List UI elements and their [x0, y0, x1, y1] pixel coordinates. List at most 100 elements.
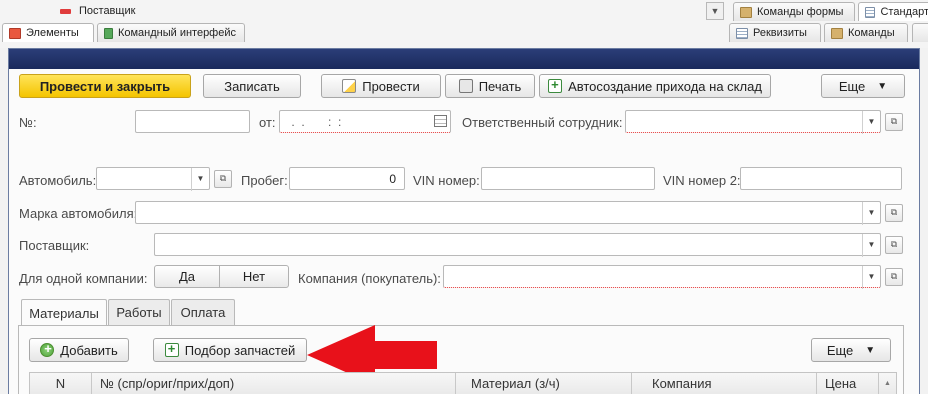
- calendar-icon[interactable]: [434, 115, 447, 127]
- tree-item-label: Поставщик: [79, 5, 136, 17]
- dropdown-arrow-icon[interactable]: ▼: [862, 111, 880, 134]
- elements-icon: [9, 27, 21, 39]
- no-label: Нет: [242, 269, 266, 284]
- tab-works-label: Работы: [116, 305, 162, 320]
- vin-label: VIN номер:: [413, 173, 480, 188]
- tab-commands[interactable]: Команды: [824, 23, 908, 42]
- no-button[interactable]: Нет: [219, 265, 289, 288]
- tab-payment[interactable]: Оплата: [171, 299, 235, 325]
- post-and-close-button[interactable]: Провести и закрыть: [19, 74, 191, 98]
- commands-icon: [831, 27, 843, 39]
- tab-command-interface-label: Командный интерфейс: [117, 27, 236, 39]
- car-field[interactable]: ▼: [96, 167, 210, 191]
- number-field[interactable]: [135, 110, 250, 133]
- save-button[interactable]: Записать: [203, 74, 301, 98]
- yes-label: Да: [178, 269, 196, 284]
- print-label: Печать: [478, 78, 522, 94]
- car-brand-label: Марка автомобиля:: [19, 206, 138, 221]
- designer-top-strip: Поставщик ▼ Команды формы Стандарт Элеме…: [0, 0, 928, 48]
- tab-form-commands-label: Команды формы: [757, 6, 844, 18]
- col-company[interactable]: Компания: [632, 373, 817, 394]
- tree-item-supplier[interactable]: Поставщик: [60, 2, 135, 20]
- document-form: Провести и закрыть Записать Провести Печ…: [8, 48, 920, 394]
- vin-field[interactable]: [481, 167, 655, 190]
- attribute-icon: [60, 8, 71, 14]
- vin2-field[interactable]: [740, 167, 902, 190]
- tab-attributes[interactable]: Реквизиты: [729, 23, 821, 42]
- standard-icon: [865, 6, 876, 18]
- car-open-button[interactable]: ⧉: [214, 170, 232, 188]
- auto-receipt-button[interactable]: Автосоздание прихода на склад: [539, 74, 771, 98]
- company-open-button[interactable]: ⧉: [885, 268, 903, 286]
- mileage-label: Пробег:: [241, 173, 288, 188]
- create-icon: [548, 77, 563, 93]
- employee-open-button[interactable]: ⧉: [885, 113, 903, 131]
- materials-more-button[interactable]: Еще ▼: [811, 338, 891, 362]
- supplier-field[interactable]: ▼: [154, 233, 881, 257]
- print-button[interactable]: Печать: [445, 74, 535, 98]
- toolbar-more-button[interactable]: Еще ▼: [821, 74, 905, 98]
- tab-form-commands[interactable]: Команды формы: [733, 2, 855, 21]
- number-label: №:: [19, 115, 37, 130]
- date-field[interactable]: . . : :: [279, 110, 451, 133]
- post-button[interactable]: Провести: [321, 74, 441, 98]
- car-brand-field[interactable]: ▼: [135, 201, 881, 225]
- col-number[interactable]: № (спр/ориг/прих/доп): [92, 373, 456, 394]
- supplier-label: Поставщик:: [19, 238, 90, 253]
- tab-standard[interactable]: Стандарт: [858, 2, 928, 21]
- tab-works[interactable]: Работы: [108, 299, 170, 325]
- tab-standard-label: Стандарт: [880, 6, 928, 18]
- dropdown-arrow-icon[interactable]: ▼: [191, 168, 209, 191]
- tab-materials[interactable]: Материалы: [21, 299, 107, 326]
- add-button[interactable]: Добавить: [29, 338, 129, 362]
- attributes-icon: [736, 27, 748, 39]
- company-label: Компания (покупатель):: [298, 271, 441, 286]
- auto-receipt-label: Автосоздание прихода на склад: [568, 78, 762, 94]
- supplier-open-button[interactable]: ⧉: [885, 236, 903, 254]
- tab-payment-label: Оплата: [180, 305, 226, 320]
- dropdown-arrow-icon[interactable]: ▼: [862, 234, 880, 257]
- date-value: . . : :: [288, 115, 342, 129]
- materials-table-header: N № (спр/ориг/прих/доп) Материал (з/ч) К…: [29, 372, 897, 394]
- employee-field[interactable]: ▼: [625, 110, 881, 134]
- pick-parts-label: Подбор запчастей: [184, 342, 296, 358]
- tab-command-interface[interactable]: Командный интерфейс: [97, 23, 245, 42]
- pick-parts-button[interactable]: Подбор запчастей: [153, 338, 307, 362]
- tab-attributes-label: Реквизиты: [753, 27, 807, 39]
- tab-elements[interactable]: Элементы: [2, 23, 94, 42]
- col-material[interactable]: Материал (з/ч): [456, 373, 632, 394]
- scroll-down-button[interactable]: ▼: [706, 2, 724, 20]
- form-title-bar: [9, 49, 919, 69]
- toolbar-more-label: Еще: [838, 78, 866, 94]
- tab-elements-label: Элементы: [26, 27, 79, 39]
- tab-overflow[interactable]: [912, 23, 928, 42]
- dropdown-arrow-icon[interactable]: ▼: [862, 202, 880, 225]
- form-commands-icon: [740, 6, 752, 18]
- tab-commands-label: Команды: [848, 27, 895, 39]
- company-field[interactable]: ▼: [443, 265, 881, 289]
- dropdown-arrow-icon: ▼: [877, 80, 888, 92]
- printer-icon: [458, 79, 473, 93]
- one-company-label: Для одной компании:: [19, 271, 148, 286]
- materials-more-label: Еще: [826, 342, 854, 358]
- post-icon: [342, 79, 357, 93]
- scroll-up-icon[interactable]: ▲: [879, 373, 896, 394]
- post-and-close-label: Провести и закрыть: [39, 78, 171, 94]
- tab-materials-label: Материалы: [29, 305, 99, 321]
- car-brand-open-button[interactable]: ⧉: [885, 204, 903, 222]
- col-n[interactable]: N: [30, 373, 92, 394]
- pick-parts-icon: [164, 341, 179, 357]
- vin2-label: VIN номер 2:: [663, 173, 741, 188]
- employee-label: Ответственный сотрудник:: [462, 115, 623, 130]
- command-interface-icon: [104, 27, 113, 39]
- mileage-field[interactable]: 0: [289, 167, 405, 190]
- dropdown-arrow-icon[interactable]: ▼: [862, 266, 880, 289]
- dropdown-arrow-icon: ▼: [865, 344, 876, 356]
- save-label: Записать: [224, 78, 280, 94]
- date-label: от:: [259, 115, 276, 130]
- post-label: Провести: [362, 78, 420, 94]
- add-label: Добавить: [60, 342, 118, 358]
- car-label: Автомобиль:: [19, 173, 97, 188]
- yes-button[interactable]: Да: [154, 265, 220, 288]
- col-price[interactable]: Цена: [817, 373, 879, 394]
